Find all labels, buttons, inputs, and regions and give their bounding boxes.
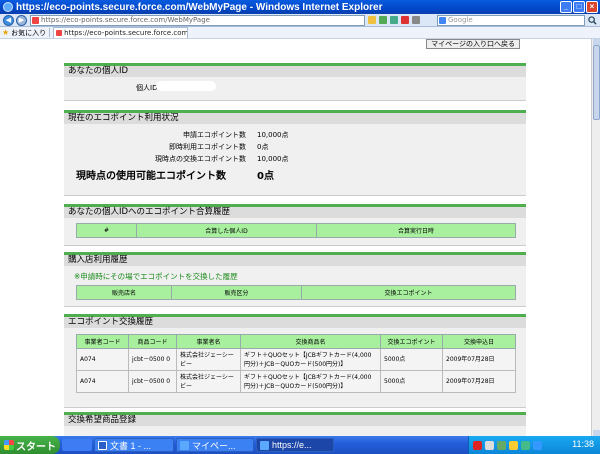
points-cell: 5000点	[380, 348, 443, 371]
personal-id-label: 個人ID	[136, 84, 158, 92]
word-icon	[98, 440, 107, 450]
merge-history-table: # 合算した個人ID 合算実行日時	[76, 223, 516, 238]
date-cell: 2009年07月28日	[442, 370, 516, 393]
stop-icon[interactable]	[401, 16, 409, 24]
system-tray: 11:38	[468, 436, 600, 454]
vertical-scrollbar[interactable]	[591, 39, 600, 436]
store-usage-subtitle: ※申請時にその場でエコポイントを交換した履歴	[74, 272, 238, 281]
table-row: A074 jcbt－0500 0 株式会社ジェーシービー ギフト＋QUOセット【…	[76, 370, 516, 393]
column-header: #	[76, 223, 137, 238]
lock-icon[interactable]	[368, 16, 376, 24]
vendor-code-cell: A074	[76, 348, 129, 371]
vendor-code-cell: A074	[76, 370, 129, 393]
section-title: 購入店利用履歴	[64, 252, 526, 266]
dropdown-icon[interactable]	[412, 16, 420, 24]
vendor-name-cell: 株式会社ジェーシービー	[176, 370, 241, 393]
quick-launch-icons[interactable]	[62, 439, 92, 451]
forward-arrow-icon[interactable]: ▶	[16, 15, 27, 26]
start-button[interactable]: スタート	[0, 436, 60, 454]
exchanged-points-label: 現時点の交換エコポイント数	[155, 155, 246, 163]
windows-flag-icon	[4, 440, 14, 450]
taskbar-browser-active[interactable]: https://e...	[256, 438, 334, 452]
exchanged-points-value: 10,000点	[257, 155, 289, 163]
wishlist-section: 交換希望商品登録	[64, 412, 526, 436]
ie-icon	[180, 440, 189, 450]
browser-tab[interactable]: https://eco-points.secure.force.com/...	[53, 27, 189, 38]
table-row: A074 jcbt－0500 0 株式会社ジェーシービー ギフト＋QUOセット【…	[76, 348, 516, 371]
url-input[interactable]: https://eco-points.secure.force.com/WebM…	[30, 15, 365, 26]
instant-points-value: 0点	[257, 143, 269, 151]
system-clock: 11:38	[572, 439, 594, 449]
ie-icon	[260, 440, 269, 450]
exchange-history-section: エコポイント交換履歴 事業者コード 商品コード 事業者名 交換商品名 交換エコポ…	[64, 314, 526, 408]
taskbar-word-document[interactable]: 文書 1 - ...	[94, 438, 174, 452]
column-header: 交換申込日	[442, 334, 516, 349]
product-name-cell: ギフト＋QUOセット【JCBギフトカード(4,000円分)＋JCB－QUOカード…	[240, 348, 381, 371]
column-header: 事業者コード	[76, 334, 129, 349]
taskbar: スタート 文書 1 - ... マイペー... https://e... 11:…	[0, 436, 600, 454]
security-icon[interactable]	[509, 440, 518, 450]
site-icon	[32, 17, 39, 24]
column-header: 合算した個人ID	[136, 223, 317, 238]
column-header: 販売区分	[171, 285, 302, 300]
section-title: エコポイント交換履歴	[64, 314, 526, 328]
search-icon[interactable]	[588, 16, 597, 25]
section-title: 現在のエコポイント利用状況	[64, 110, 526, 124]
section-title: 交換希望商品登録	[64, 412, 526, 426]
shield-icon[interactable]	[521, 440, 530, 450]
favorites-button[interactable]: ★ お気に入り	[0, 28, 46, 38]
volume-icon[interactable]	[533, 440, 542, 450]
search-input[interactable]: Google	[437, 15, 585, 26]
product-name-cell: ギフト＋QUOセット【JCBギフトカード(4,000円分)＋JCB－QUOカード…	[240, 370, 381, 393]
available-points-label: 現時点の使用可能エコポイント数	[76, 171, 226, 182]
page-viewport: マイページの入り口へ戻る あなたの個人ID 個人ID 現在のエコポイント利用状況…	[0, 39, 591, 436]
store-usage-table: 販売店名 販売区分 交換エコポイント	[76, 285, 516, 300]
exchange-history-table: 事業者コード 商品コード 事業者名 交換商品名 交換エコポイント 交換申込日 A…	[76, 334, 516, 393]
acrobat-icon[interactable]	[473, 440, 482, 450]
personal-id-value-masked	[156, 81, 216, 91]
section-title: あなたの個人IDへのエコポイント合算履歴	[64, 204, 526, 218]
points-cell: 5000点	[380, 370, 443, 393]
store-usage-section: 購入店利用履歴 ※申請時にその場でエコポイントを交換した履歴 販売店名 販売区分…	[64, 252, 526, 307]
back-arrow-icon[interactable]: ◀	[3, 15, 14, 26]
column-header: 交換エコポイント	[301, 285, 516, 300]
column-header: 販売店名	[76, 285, 172, 300]
merge-history-section: あなたの個人IDへのエコポイント合算履歴 # 合算した個人ID 合算実行日時	[64, 204, 526, 246]
personal-id-section: あなたの個人ID 個人ID	[64, 63, 526, 101]
column-header: 合算実行日時	[316, 223, 516, 238]
window-title: https://eco-points.secure.force.com/WebM…	[16, 1, 383, 13]
vendor-name-cell: 株式会社ジェーシービー	[176, 348, 241, 371]
refresh-icon[interactable]	[390, 16, 398, 24]
column-header: 商品コード	[128, 334, 177, 349]
scroll-thumb[interactable]	[593, 45, 600, 120]
points-status-section: 現在のエコポイント利用状況 申請エコポイント数 10,000点 即時利用エコポイ…	[64, 110, 526, 196]
product-code-cell: jcbt－0500 0	[128, 370, 177, 393]
applied-points-value: 10,000点	[257, 131, 289, 139]
column-header: 交換商品名	[240, 334, 381, 349]
back-to-mypage-button[interactable]: マイページの入り口へ戻る	[426, 39, 520, 49]
window-titlebar: https://eco-points.secure.force.com/WebM…	[0, 0, 600, 14]
ie-icon	[3, 2, 13, 12]
favorites-bar: ★ お気に入り https://eco-points.secure.force.…	[0, 27, 600, 39]
google-icon	[439, 17, 446, 24]
ime-icon[interactable]	[485, 440, 494, 450]
applied-points-label: 申請エコポイント数	[183, 131, 246, 139]
address-bar: ◀ ▶ https://eco-points.secure.force.com/…	[0, 14, 600, 27]
site-icon	[56, 30, 63, 36]
compat-icon[interactable]	[379, 16, 387, 24]
taskbar-mypage[interactable]: マイペー...	[176, 438, 254, 452]
date-cell: 2009年07月28日	[442, 348, 516, 371]
column-header: 事業者名	[176, 334, 241, 349]
product-code-cell: jcbt－0500 0	[128, 348, 177, 371]
close-button[interactable]: ×	[586, 1, 598, 13]
column-header: 交換エコポイント	[380, 334, 443, 349]
available-points-value: 0点	[257, 171, 274, 182]
section-title: あなたの個人ID	[64, 63, 526, 77]
instant-points-label: 即時利用エコポイント数	[169, 143, 246, 151]
maximize-button[interactable]: □	[573, 1, 585, 13]
star-icon: ★	[2, 28, 10, 37]
network-icon[interactable]	[497, 440, 506, 450]
minimize-button[interactable]: _	[560, 1, 572, 13]
